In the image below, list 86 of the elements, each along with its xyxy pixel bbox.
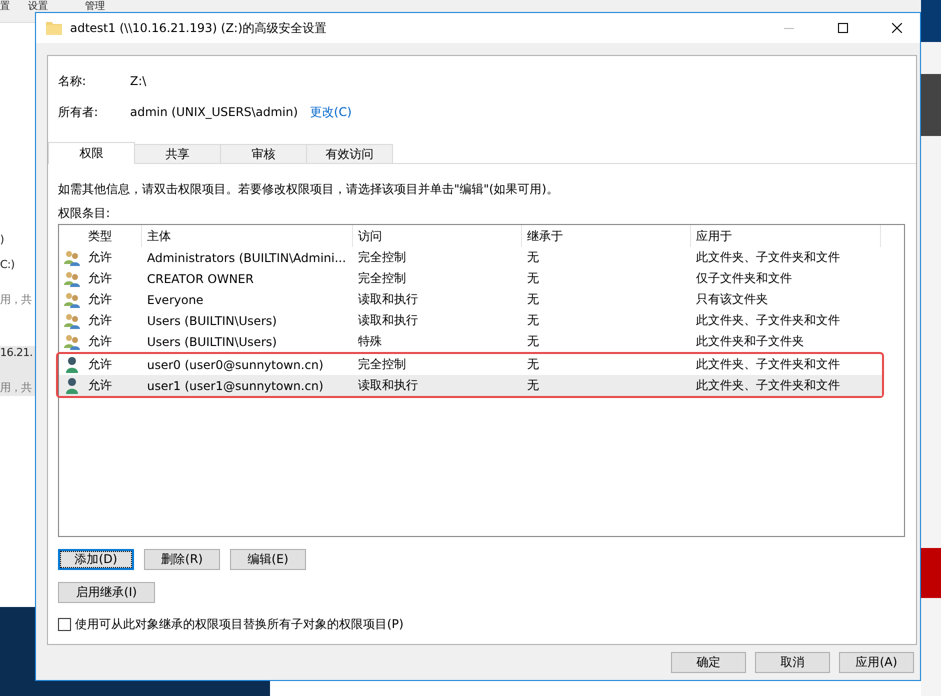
table-cell-text: 允许 xyxy=(87,249,113,266)
table-cell-text: 此文件夹、子文件夹和文件 xyxy=(695,356,841,373)
permission-row[interactable]: 允许 Everyone 读取和执行 无 只有该文件夹 xyxy=(59,289,904,310)
window-title: adtest1 (\\10.16.21.193) (Z:)的高级安全设置 xyxy=(70,20,328,36)
table-cell-text: 完全控制 xyxy=(357,270,407,287)
users-icon xyxy=(63,292,81,308)
column-header[interactable]: 主体 xyxy=(142,225,353,247)
column-header[interactable]: 应用于 xyxy=(691,225,881,247)
background-text: 置 xyxy=(0,1,10,12)
table-cell-text: 读取和执行 xyxy=(357,312,419,329)
description-text: 如需其他信息，请双击权限项目。若要修改权限项目，请选择该项目并单击"编辑"(如果可用)。 xyxy=(58,181,560,197)
permission-row[interactable]: 允许 Administrators (BUILTIN\Admini... 完全控制 无 此文件夹、子文件夹和文件 xyxy=(59,247,904,268)
table-cell-text: 读取和执行 xyxy=(357,377,419,394)
background-text: ) xyxy=(0,234,4,246)
table-cell-text: 无 xyxy=(526,377,540,394)
user-icon xyxy=(65,356,79,373)
background-text: C:) xyxy=(0,259,14,271)
list-label: 权限条目: xyxy=(58,205,112,221)
field-label: 所有者: xyxy=(58,104,100,120)
dialog-button[interactable]: 确定 xyxy=(671,652,746,673)
table-cell-text: 允许 xyxy=(87,377,113,394)
user-icon xyxy=(65,377,79,394)
users-icon xyxy=(63,334,81,350)
table-cell-text: Administrators (BUILTIN\Admini... xyxy=(146,250,348,264)
table-cell-text: user1 (user1@sunnytown.cn) xyxy=(146,378,324,392)
table-cell-text: 允许 xyxy=(87,291,113,308)
table-cell-text: 此文件夹、子文件夹和文件 xyxy=(695,249,841,266)
table-cell-text: 允许 xyxy=(87,270,113,287)
maximize-icon xyxy=(838,23,848,33)
enable-inheritance-button[interactable]: 启用继承(I) xyxy=(58,582,155,603)
background-text: 16.21. xyxy=(0,347,33,359)
table-cell-text: 完全控制 xyxy=(357,356,407,373)
action-button[interactable]: 添加(D) xyxy=(58,549,134,570)
table-cell-text: 无 xyxy=(526,333,540,350)
field-value: Z:\ xyxy=(130,74,146,88)
action-button[interactable]: 编辑(E) xyxy=(230,549,306,570)
table-cell-text: 特殊 xyxy=(357,333,383,350)
permission-row[interactable]: 允许 Users (BUILTIN\Users) 读取和执行 无 此文件夹、子文件夹和文件 xyxy=(59,310,904,331)
background-text: 用，共 xyxy=(0,294,32,306)
table-cell-text: 无 xyxy=(526,270,540,287)
checkbox-label: 使用可从此对象继承的权限项目替换所有子对象的权限项目(P) xyxy=(75,616,404,633)
table-cell-text: 此文件夹和子文件夹 xyxy=(695,333,805,350)
table-cell-text: 无 xyxy=(526,291,540,308)
tab[interactable]: 权限 xyxy=(48,142,135,164)
users-icon xyxy=(63,270,81,286)
folder-icon xyxy=(46,21,62,35)
table-cell-text: 只有该文件夹 xyxy=(695,291,769,308)
permission-row[interactable]: 允许 CREATOR OWNER 完全控制 无 仅子文件夹和文件 xyxy=(59,268,904,289)
field-value: admin (UNIX_USERS\admin) xyxy=(130,105,298,119)
table-cell-text: CREATOR OWNER xyxy=(146,272,255,286)
users-icon xyxy=(63,250,81,266)
users-icon xyxy=(63,312,81,328)
table-cell-text: Everyone xyxy=(146,292,204,306)
background-text: 管理 xyxy=(85,1,105,12)
background-text: 用，共 xyxy=(0,382,32,394)
table-cell-text: user0 (user0@sunnytown.cn) xyxy=(146,358,324,372)
close-icon xyxy=(892,23,902,33)
table-cell-text: 仅子文件夹和文件 xyxy=(695,270,793,287)
dialog-button[interactable]: 应用(A) xyxy=(839,652,914,673)
action-button[interactable]: 删除(R) xyxy=(144,549,220,570)
table-cell-text: Users (BUILTIN\Users) xyxy=(146,334,278,348)
table-cell-text: 读取和执行 xyxy=(357,291,419,308)
tab[interactable]: 有效访问 xyxy=(306,144,393,163)
table-cell-text: 此文件夹、子文件夹和文件 xyxy=(695,377,841,394)
column-header[interactable]: 类型 xyxy=(83,225,142,247)
tab[interactable]: 共享 xyxy=(134,144,221,163)
column-header[interactable]: 访问 xyxy=(353,225,522,247)
table-cell-text: 允许 xyxy=(87,356,113,373)
table-cell-text: Users (BUILTIN\Users) xyxy=(146,314,278,328)
permission-row[interactable]: 允许 user1 (user1@sunnytown.cn) 读取和执行 无 此文件夹、子文件夹和文件 xyxy=(59,375,882,396)
background-text: 设置 xyxy=(28,1,48,12)
table-cell-text: 无 xyxy=(526,312,540,329)
change-link[interactable]: 更改(C) xyxy=(310,104,352,120)
table-cell-text: 此文件夹、子文件夹和文件 xyxy=(695,312,841,329)
table-cell-text: 无 xyxy=(526,356,540,373)
table-cell-text: 允许 xyxy=(87,312,113,329)
permission-row[interactable]: 允许 user0 (user0@sunnytown.cn) 完全控制 无 此文件夹、子文件夹和文件 xyxy=(59,354,882,375)
permission-row[interactable]: 允许 Users (BUILTIN\Users) 特殊 无 此文件夹和子文件夹 xyxy=(59,331,904,352)
dialog-button[interactable]: 取消 xyxy=(755,652,830,673)
table-cell-text: 完全控制 xyxy=(357,249,407,266)
checkbox[interactable] xyxy=(58,618,71,631)
table-cell-text: 允许 xyxy=(87,333,113,350)
field-label: 名称: xyxy=(58,72,88,90)
tab[interactable]: 审核 xyxy=(220,144,307,163)
table-cell-text: 无 xyxy=(526,249,540,266)
column-header[interactable]: 继承于 xyxy=(522,225,691,247)
